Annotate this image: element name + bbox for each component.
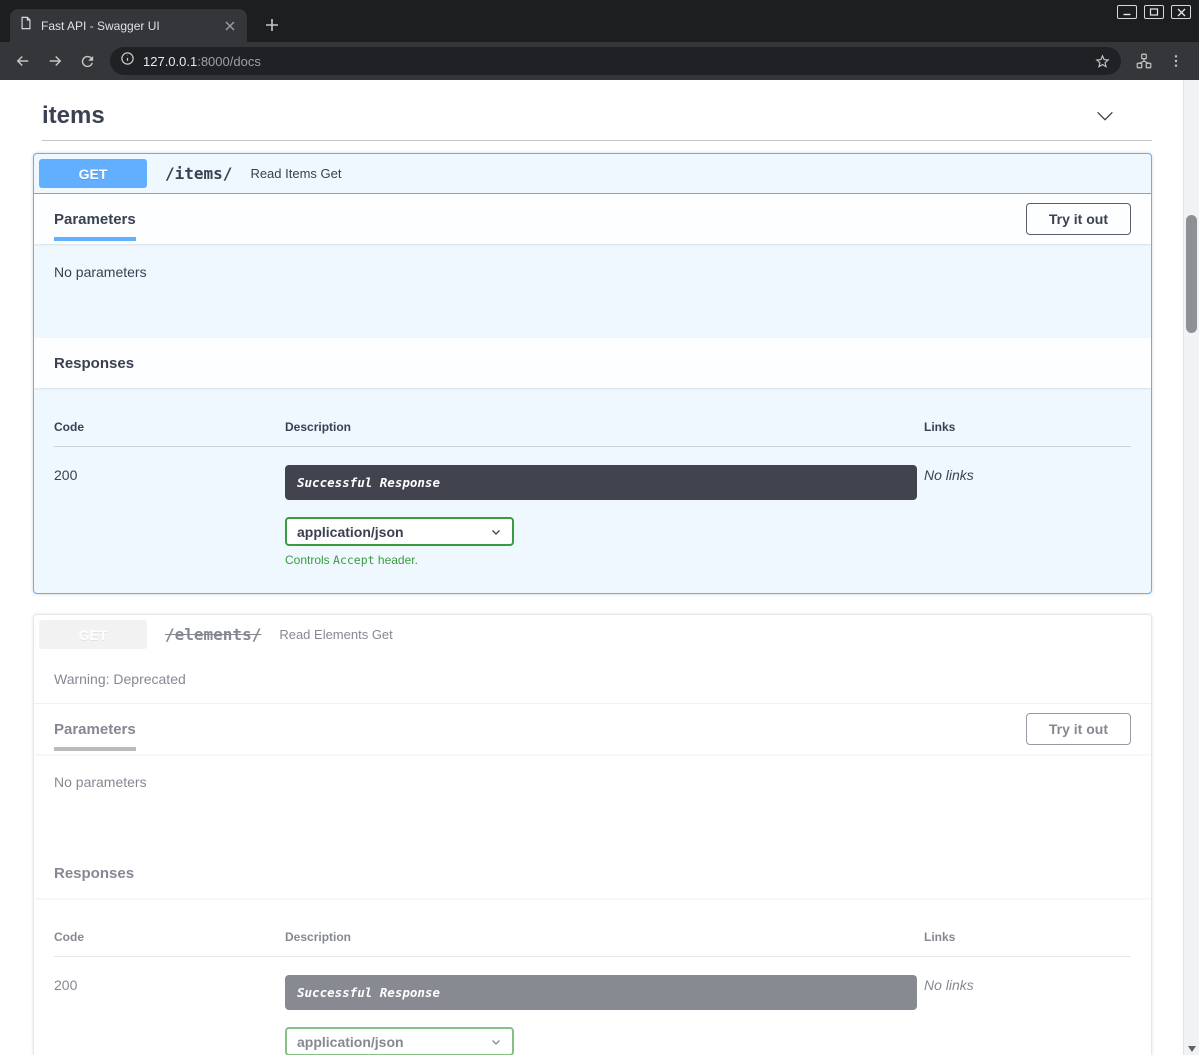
deprecation-warning: Warning: Deprecated (34, 655, 1151, 704)
col-links: Links (924, 420, 1131, 434)
responses-title: Responses (54, 355, 134, 372)
media-type-select[interactable]: application/json (285, 1027, 514, 1055)
maximize-button[interactable] (1144, 5, 1164, 19)
parameters-header: Parameters Try it out (34, 704, 1151, 754)
url-text[interactable]: 127.0.0.1:8000/docs (143, 54, 1081, 69)
accept-header-note: Controls Accept header. (285, 553, 924, 567)
tab-title: Fast API - Swagger UI (41, 19, 214, 33)
browser-window: Fast API - Swagger UI (0, 0, 1199, 1055)
url-path: :8000/docs (197, 54, 261, 69)
browser-titlebar: Fast API - Swagger UI (0, 0, 1199, 42)
tab-parameters[interactable]: Parameters (54, 721, 136, 738)
tab-close-button[interactable] (222, 18, 238, 34)
reload-button[interactable] (72, 47, 102, 75)
bookmark-star-button[interactable] (1089, 49, 1115, 73)
browser-tab[interactable]: Fast API - Swagger UI (10, 9, 247, 42)
no-parameters-text: No parameters (34, 754, 1151, 848)
col-description: Description (285, 930, 924, 944)
forward-button[interactable] (40, 47, 70, 75)
menu-kebab-button[interactable] (1161, 47, 1191, 75)
links-text: No links (924, 465, 1131, 567)
responses-header: Responses (34, 338, 1151, 388)
status-code: 200 (54, 465, 285, 567)
status-code: 200 (54, 975, 285, 1055)
response-row: 200 Successful Response application/json… (54, 957, 1131, 1055)
responses-header: Responses (34, 848, 1151, 898)
tab-parameters[interactable]: Parameters (54, 211, 136, 228)
page-icon (19, 16, 33, 35)
response-description-cell: Successful Response application/json Con… (285, 465, 924, 567)
tag-section-header[interactable]: items (42, 96, 1152, 141)
method-badge: GET (39, 620, 147, 649)
chevron-down-icon (490, 526, 502, 538)
operation-path: /items/ (157, 164, 240, 183)
media-type-value: application/json (297, 1034, 404, 1050)
swagger-ui: items GET /items/ Read Items Get Paramet… (0, 80, 1199, 1055)
method-badge: GET (39, 159, 147, 188)
window-controls (1117, 5, 1191, 19)
operation-summary: Read Elements Get (279, 627, 392, 642)
no-parameters-text: No parameters (34, 244, 1151, 338)
site-info-icon[interactable] (120, 51, 135, 71)
try-it-out-button[interactable]: Try it out (1026, 203, 1131, 235)
col-links: Links (924, 930, 1131, 944)
browser-toolbar: 127.0.0.1:8000/docs (0, 42, 1199, 80)
media-type-value: application/json (297, 524, 404, 540)
scrollbar-track[interactable] (1183, 80, 1199, 1055)
section-title: items (42, 102, 105, 130)
response-row: 200 Successful Response application/json… (54, 447, 1131, 567)
responses-table-head: Code Description Links (54, 406, 1131, 447)
col-code: Code (54, 420, 285, 434)
responses-table-head: Code Description Links (54, 916, 1131, 957)
media-type-select[interactable]: application/json (285, 517, 514, 546)
page-content: items GET /items/ Read Items Get Paramet… (0, 80, 1199, 1055)
links-text: No links (924, 975, 1131, 1055)
new-tab-button[interactable] (258, 11, 286, 39)
operation-path: /elements/ (157, 625, 269, 644)
scrollbar-down-button[interactable] (1184, 1046, 1199, 1052)
responses-table: Code Description Links 200 Successful Re… (34, 388, 1151, 593)
operation-summary: Read Items Get (250, 166, 341, 181)
address-bar[interactable]: 127.0.0.1:8000/docs (110, 47, 1121, 75)
response-description: Successful Response (285, 465, 917, 500)
responses-table: Code Description Links 200 Successful Re… (34, 898, 1151, 1055)
close-button[interactable] (1171, 5, 1191, 19)
opblock-get-elements-deprecated: GET /elements/ Read Elements Get Warning… (33, 614, 1152, 1055)
chevron-down-icon[interactable] (1094, 105, 1144, 127)
opblock-summary[interactable]: GET /items/ Read Items Get (34, 154, 1151, 194)
opblock-summary[interactable]: GET /elements/ Read Elements Get (34, 615, 1151, 655)
responses-title: Responses (54, 865, 134, 882)
opblock-get-items: GET /items/ Read Items Get Parameters Tr… (33, 153, 1152, 594)
col-description: Description (285, 420, 924, 434)
url-host: 127.0.0.1 (143, 54, 197, 69)
parameters-header: Parameters Try it out (34, 194, 1151, 244)
chevron-down-icon (490, 1036, 502, 1048)
try-it-out-button[interactable]: Try it out (1026, 713, 1131, 745)
col-code: Code (54, 930, 285, 944)
minimize-button[interactable] (1117, 5, 1137, 19)
response-description: Successful Response (285, 975, 917, 1010)
back-button[interactable] (8, 47, 38, 75)
scrollbar-thumb[interactable] (1186, 215, 1197, 333)
browser-network-icon[interactable] (1129, 47, 1159, 75)
response-description-cell: Successful Response application/json Con… (285, 975, 924, 1055)
